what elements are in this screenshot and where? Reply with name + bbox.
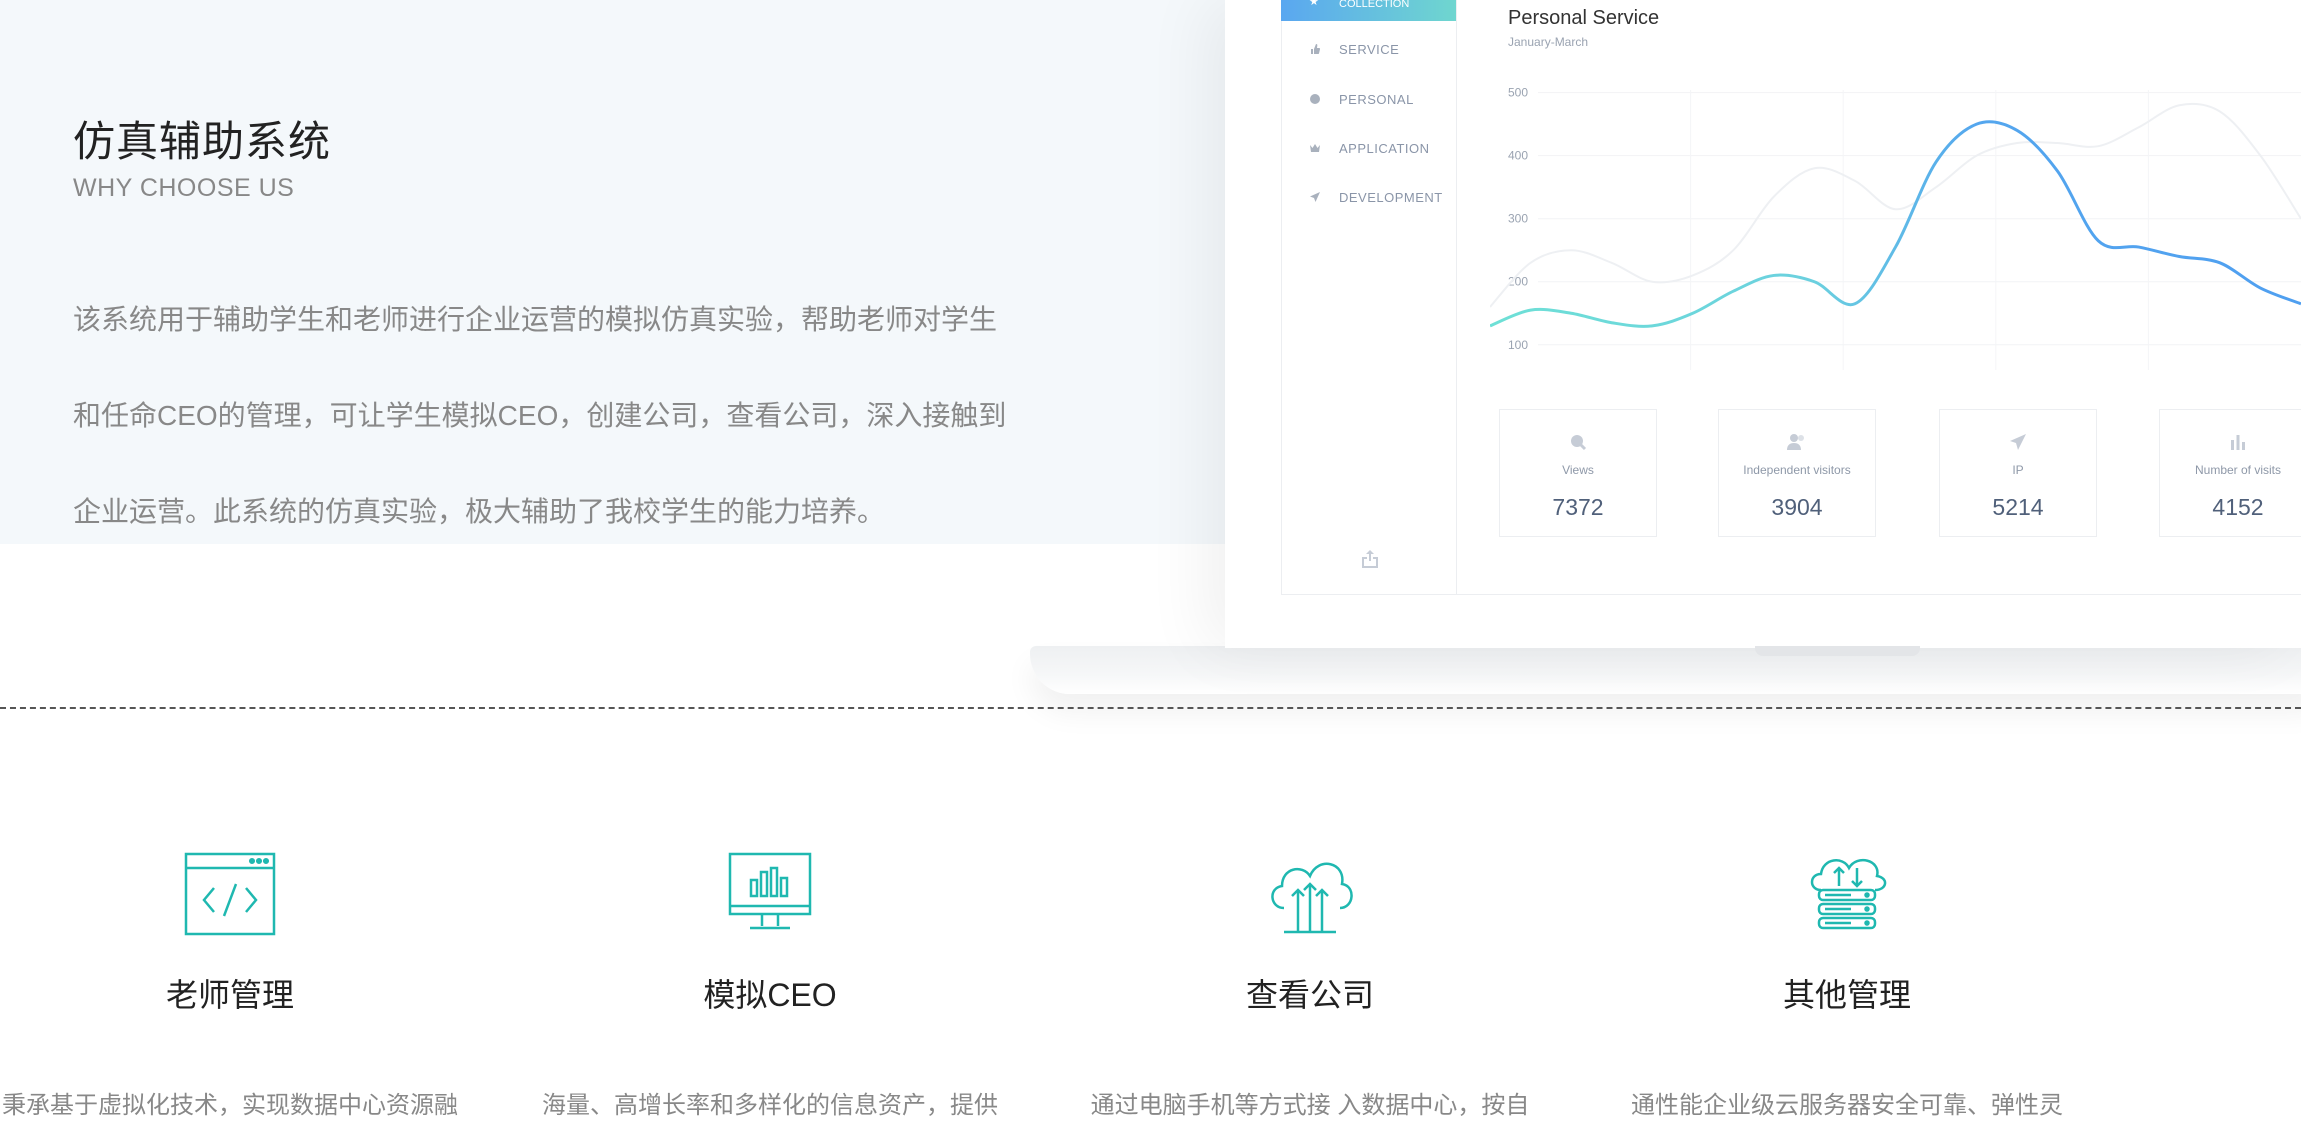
sidebar-item-label: DEVELOPMENT (1339, 190, 1443, 205)
chart-series-line-primary (1490, 120, 2301, 328)
stat-label: Independent visitors (1743, 463, 1851, 477)
chart-series-line-secondary (1490, 102, 2301, 308)
sidebar-item-collection[interactable]: ★ COLLECTION (1281, 0, 1456, 21)
stat-label: IP (2012, 463, 2024, 477)
crown-icon (1309, 142, 1321, 154)
circle-icon (1309, 93, 1321, 105)
share-icon[interactable] (1359, 548, 1381, 570)
sidebar-item-label: APPLICATION (1339, 141, 1430, 156)
send-icon (1940, 432, 2096, 452)
stat-card-independent-visitors[interactable]: Independent visitors 3904 (1718, 409, 1876, 537)
feature-description: 秉承基于虚拟化技术，实现数据中心资源融 (2, 1092, 458, 1119)
hero-description-line: 企业运营。此系统的仿真实验，极大辅助了我校学生的能力培养。 (73, 496, 886, 527)
sidebar-item-application[interactable]: APPLICATION (1281, 137, 1456, 161)
thumb-icon (1309, 43, 1321, 55)
code-window-icon (182, 850, 278, 940)
stat-card-number-of-visits[interactable]: Number of visits 4152 (2159, 409, 2301, 537)
star-icon: ★ (1309, 0, 1319, 8)
feature-view-company[interactable]: 查看公司 通过电脑手机等方式接 入数据中心，按自 (1050, 850, 1570, 1119)
feature-title: 查看公司 (1245, 977, 1374, 1013)
stat-label: Number of visits (2194, 463, 2282, 477)
sidebar-item-service[interactable]: SERVICE (1281, 38, 1456, 62)
monitor-chart-icon (722, 850, 818, 940)
y-tick-label: 400 (1508, 149, 1528, 163)
feature-description: 通性能企业级云服务器安全可靠、弹性灵 (1631, 1092, 2063, 1119)
stat-label: Views (1562, 463, 1594, 477)
page-subtitle: WHY CHOOSE US (73, 174, 295, 202)
laptop-base (1030, 646, 2301, 694)
bar-chart-icon (2160, 432, 2301, 452)
chart-subtitle: January-March (1508, 35, 1589, 49)
stat-value: 7372 (1552, 494, 1604, 520)
laptop-notch (1755, 646, 1920, 656)
feature-other-management[interactable]: 其他管理 通性能企业级云服务器安全可靠、弹性灵 (1587, 850, 2107, 1119)
feature-teacher-management[interactable]: 老师管理 秉承基于虚拟化技术，实现数据中心资源融 (0, 850, 490, 1119)
y-tick-label: 100 (1508, 338, 1528, 352)
feature-title: 模拟CEO (703, 977, 837, 1013)
line-chart: 500400300200100 (1490, 86, 2301, 370)
sidebar-item-label: PERSONAL (1339, 92, 1414, 107)
stat-value: 3904 (1771, 494, 1823, 520)
feature-description: 海量、高增长率和多样化的信息资产，提供 (542, 1092, 998, 1119)
cloud-upload-icon (1262, 850, 1358, 940)
feature-description: 通过电脑手机等方式接 入数据中心，按自 (1090, 1092, 1530, 1119)
sidebar-item-label: COLLECTION (1339, 0, 1410, 10)
hero-description: 该系统用于辅助学生和老师进行企业运营的模拟仿真实验，帮助老师对学生 和任命CEO… (73, 288, 1083, 576)
sidebar-item-label: SERVICE (1339, 42, 1400, 57)
hero-description-line: 和任命CEO的管理，可让学生模拟CEO，创建公司，查看公司，深入接触到 (73, 400, 1007, 431)
page-title: 仿真辅助系统 (73, 118, 332, 165)
sidebar-item-development[interactable]: DEVELOPMENT (1281, 186, 1456, 210)
feature-title: 其他管理 (1782, 977, 1911, 1013)
stat-value: 4152 (2212, 494, 2264, 520)
stat-value: 5214 (1992, 494, 2044, 520)
users-icon (1719, 432, 1875, 452)
feature-title: 老师管理 (165, 977, 294, 1013)
sidebar-item-personal[interactable]: PERSONAL (1281, 88, 1456, 112)
hero-description-line: 该系统用于辅助学生和老师进行企业运营的模拟仿真实验，帮助老师对学生 (73, 304, 998, 335)
section-divider (0, 707, 2301, 709)
y-tick-label: 300 (1508, 212, 1528, 226)
stat-card-views[interactable]: Views 7372 (1499, 409, 1657, 537)
chart-title: Personal Service (1508, 7, 1660, 29)
send-icon (1309, 191, 1321, 203)
cloud-server-icon (1799, 850, 1895, 940)
search-icon (1500, 432, 1656, 452)
y-tick-label: 500 (1508, 86, 1528, 100)
feature-simulated-ceo[interactable]: 模拟CEO 海量、高增长率和多样化的信息资产，提供 (510, 850, 1030, 1119)
stat-card-ip[interactable]: IP 5214 (1939, 409, 2097, 537)
